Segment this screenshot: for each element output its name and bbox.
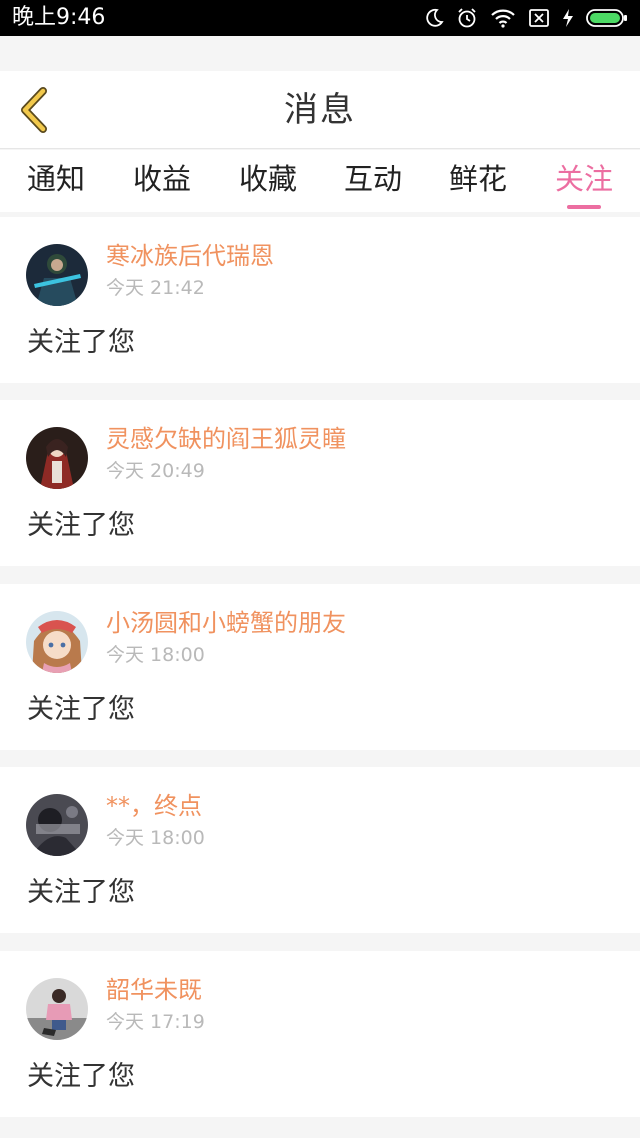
follower-name[interactable]: 灵感欠缺的阎王狐灵瞳 xyxy=(106,424,346,454)
battery-icon xyxy=(586,9,627,27)
message-item[interactable]: **，终点 今天 18:00 关注了您 xyxy=(0,767,640,933)
follower-name[interactable]: **，终点 xyxy=(106,791,202,821)
avatar[interactable] xyxy=(26,794,88,856)
message-text: 关注了您 xyxy=(27,694,135,725)
message-time: 今天 20:49 xyxy=(106,460,205,482)
message-text: 关注了您 xyxy=(27,327,135,358)
tab-following[interactable]: 关注 xyxy=(539,160,629,198)
message-time: 今天 18:00 xyxy=(106,644,205,666)
alarm-icon xyxy=(458,8,476,28)
tab-notifications[interactable]: 通知 xyxy=(11,160,101,198)
message-item[interactable]: 小汤圆和小螃蟹的朋友 今天 18:00 关注了您 xyxy=(0,584,640,750)
follower-name[interactable]: 小汤圆和小螃蟹的朋友 xyxy=(106,608,346,638)
status-bar: 晚上9:46 xyxy=(0,0,640,36)
message-item[interactable]: 韶华未既 今天 17:19 关注了您 xyxy=(0,951,640,1117)
tab-favorites[interactable]: 收藏 xyxy=(223,160,313,198)
message-item[interactable]: 灵感欠缺的阎王狐灵瞳 今天 20:49 关注了您 xyxy=(0,400,640,566)
follower-name[interactable]: 寒冰族后代瑞恩 xyxy=(106,241,274,271)
moon-icon xyxy=(426,8,444,27)
wifi-icon xyxy=(491,9,515,28)
message-time: 今天 18:00 xyxy=(106,827,205,849)
message-text: 关注了您 xyxy=(27,510,135,541)
tab-interactions[interactable]: 互动 xyxy=(328,160,418,198)
status-icons xyxy=(424,6,628,30)
message-item[interactable]: 寒冰族后代瑞恩 今天 21:42 关注了您 xyxy=(0,217,640,383)
tab-bar: 通知 收益 收藏 互动 鲜花 关注 xyxy=(0,150,640,212)
avatar[interactable] xyxy=(26,978,88,1040)
tab-flowers[interactable]: 鲜花 xyxy=(433,160,523,198)
message-time: 今天 21:42 xyxy=(106,277,205,299)
charging-icon xyxy=(563,9,573,27)
header-bar: 消息 xyxy=(0,71,640,149)
avatar[interactable] xyxy=(26,244,88,306)
avatar[interactable] xyxy=(26,611,88,673)
sim-off-icon xyxy=(529,9,549,27)
message-text: 关注了您 xyxy=(27,1061,135,1092)
avatar[interactable] xyxy=(26,427,88,489)
message-text: 关注了您 xyxy=(27,877,135,908)
tab-earnings[interactable]: 收益 xyxy=(117,160,207,198)
follower-name[interactable]: 韶华未既 xyxy=(106,975,202,1005)
status-time: 晚上9:46 xyxy=(12,5,106,30)
active-tab-indicator xyxy=(567,205,601,209)
message-time: 今天 17:19 xyxy=(106,1011,205,1033)
page-title: 消息 xyxy=(284,90,356,130)
